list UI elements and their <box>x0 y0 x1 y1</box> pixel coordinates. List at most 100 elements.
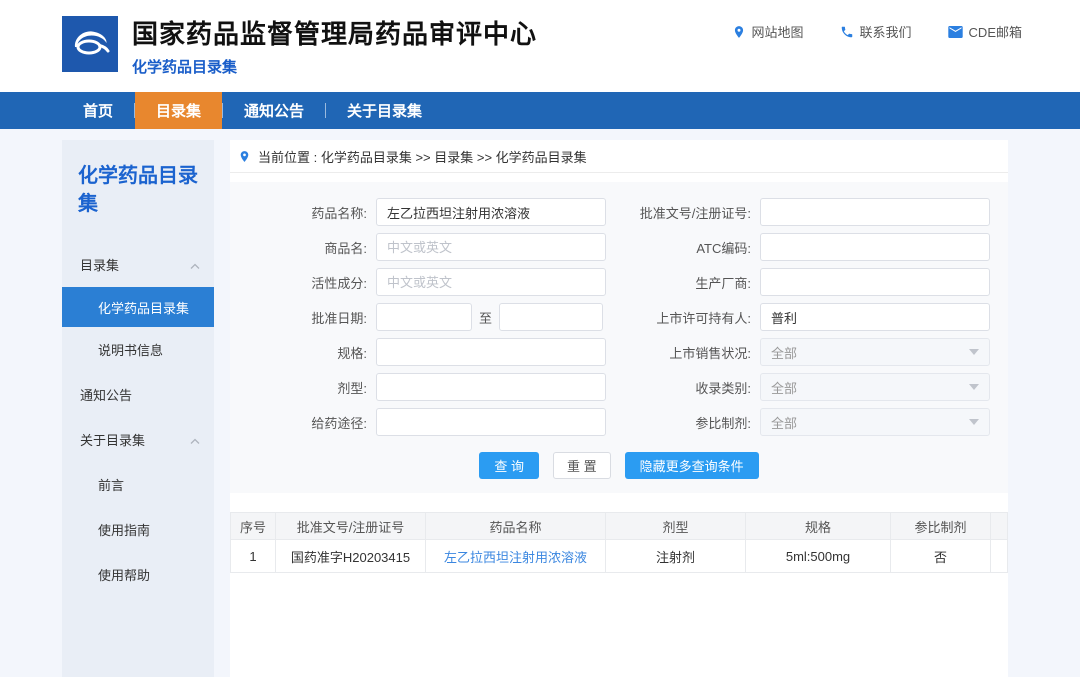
column-header-dosage-form: 剂型 <box>606 513 746 540</box>
sidebar-item-about-catalog-group[interactable]: 关于目录集 <box>62 417 214 462</box>
sitemap-link-label: 网站地图 <box>752 22 804 41</box>
sidebar-item-catalog-group[interactable]: 目录集 <box>62 242 214 287</box>
search-button[interactable]: 查 询 <box>479 452 539 479</box>
contact-link-label: 联系我们 <box>860 22 912 41</box>
sidebar-item-label-info[interactable]: 说明书信息 <box>62 327 214 372</box>
reference-product-value: 全部 <box>771 413 797 432</box>
search-form-right-column: 批准文号/注册证号: ATC编码: 生产厂商: 上市许可持有人: 上市销售状况: <box>632 198 990 436</box>
spec-input[interactable] <box>376 338 606 366</box>
site-header: 国家药品监督管理局药品审评中心 化学药品目录集 网站地图 联系我们 CDE邮箱 <box>0 0 1080 92</box>
approval-number-label: 批准文号/注册证号: <box>632 203 760 222</box>
nav-item-catalog[interactable]: 目录集 <box>135 92 222 129</box>
column-header-approval-number: 批准文号/注册证号 <box>276 513 426 540</box>
cde-logo <box>62 16 118 72</box>
form-row-manufacturer: 生产厂商: <box>632 268 990 296</box>
active-ingredient-label: 活性成分: <box>258 273 376 292</box>
sidebar-item-user-guide[interactable]: 使用指南 <box>62 507 214 552</box>
approval-date-end-input[interactable] <box>499 303 603 331</box>
drug-name-link[interactable]: 左乙拉西坦注射用浓溶液 <box>444 547 587 566</box>
form-row-approval-date: 批准日期: 至 <box>258 303 606 331</box>
breadcrumb-text: 当前位置 : 化学药品目录集 >> 目录集 >> 化学药品目录集 <box>258 147 587 166</box>
nav-item-about-catalog[interactable]: 关于目录集 <box>326 92 443 129</box>
sidebar: 化学药品目录集 目录集 化学药品目录集 说明书信息 通知公告 关于目录集 前言 … <box>62 140 214 677</box>
sitemap-link[interactable]: 网站地图 <box>732 22 804 41</box>
license-holder-label: 上市许可持有人: <box>632 308 760 327</box>
result-table: 序号 批准文号/注册证号 药品名称 剂型 规格 参比制剂 1 国药准字H2020… <box>230 512 1008 573</box>
cell-drug-name: 左乙拉西坦注射用浓溶液 <box>426 540 606 573</box>
nav-item-announcements[interactable]: 通知公告 <box>223 92 325 129</box>
atc-code-label: ATC编码: <box>632 238 760 257</box>
trade-name-label: 商品名: <box>258 238 376 257</box>
title-block: 国家药品监督管理局药品审评中心 化学药品目录集 <box>132 14 537 77</box>
site-title: 国家药品监督管理局药品审评中心 <box>132 14 537 51</box>
form-row-administration-route: 给药途径: <box>258 408 606 436</box>
cell-gutter <box>991 540 1008 573</box>
dosage-form-label: 剂型: <box>258 378 376 397</box>
spec-label: 规格: <box>258 343 376 362</box>
column-header-spec: 规格 <box>746 513 891 540</box>
breadcrumb: 当前位置 : 化学药品目录集 >> 目录集 >> 化学药品目录集 <box>230 140 1008 173</box>
form-row-trade-name: 商品名: <box>258 233 606 261</box>
cell-dosage-form: 注射剂 <box>606 540 746 573</box>
approval-date-start-input[interactable] <box>376 303 472 331</box>
button-row: 查 询 重 置 隐藏更多查询条件 <box>230 452 1008 479</box>
form-row-spec: 规格: <box>258 338 606 366</box>
reset-button[interactable]: 重 置 <box>553 452 611 479</box>
manufacturer-input[interactable] <box>760 268 990 296</box>
inclusion-category-select[interactable]: 全部 <box>760 373 990 401</box>
toggle-more-conditions-button[interactable]: 隐藏更多查询条件 <box>625 452 759 479</box>
cell-approval-number: 国药准字H20203415 <box>276 540 426 573</box>
sidebar-item-label: 目录集 <box>80 255 119 274</box>
form-row-drug-name: 药品名称: <box>258 198 606 226</box>
location-pin-icon <box>732 25 746 39</box>
column-header-gutter <box>991 513 1008 540</box>
drug-name-input[interactable] <box>376 198 606 226</box>
envelope-icon <box>948 26 963 38</box>
sidebar-title: 化学药品目录集 <box>62 140 214 242</box>
chevron-up-icon <box>190 432 200 447</box>
sidebar-item-help[interactable]: 使用帮助 <box>62 552 214 597</box>
administration-route-input[interactable] <box>376 408 606 436</box>
column-header-seq: 序号 <box>231 513 276 540</box>
atc-code-input[interactable] <box>760 233 990 261</box>
administration-route-label: 给药途径: <box>258 413 376 432</box>
chevron-down-icon <box>969 349 979 355</box>
form-row-approval-number: 批准文号/注册证号: <box>632 198 990 226</box>
license-holder-input[interactable] <box>760 303 990 331</box>
form-row-active-ingredient: 活性成分: <box>258 268 606 296</box>
reference-product-select[interactable]: 全部 <box>760 408 990 436</box>
column-header-reference-product: 参比制剂 <box>891 513 991 540</box>
phone-icon <box>840 25 854 39</box>
dosage-form-input[interactable] <box>376 373 606 401</box>
chevron-down-icon <box>969 419 979 425</box>
cde-mail-link[interactable]: CDE邮箱 <box>948 22 1022 41</box>
search-panel: 药品名称: 商品名: 活性成分: 批准日期: 至 <box>230 182 1008 493</box>
inclusion-category-value: 全部 <box>771 378 797 397</box>
form-row-atc-code: ATC编码: <box>632 233 990 261</box>
form-row-license-holder: 上市许可持有人: <box>632 303 990 331</box>
market-status-select[interactable]: 全部 <box>760 338 990 366</box>
cell-spec: 5ml:500mg <box>746 540 891 573</box>
cde-logo-icon <box>62 16 118 72</box>
form-row-dosage-form: 剂型: <box>258 373 606 401</box>
table-row: 1 国药准字H20203415 左乙拉西坦注射用浓溶液 注射剂 5ml:500m… <box>231 540 1008 573</box>
chevron-up-icon <box>190 257 200 272</box>
form-row-reference-product: 参比制剂: 全部 <box>632 408 990 436</box>
nav-item-home[interactable]: 首页 <box>62 92 134 129</box>
sidebar-item-label: 关于目录集 <box>80 430 145 449</box>
cell-reference-product: 否 <box>891 540 991 573</box>
main-nav: 首页 目录集 通知公告 关于目录集 <box>0 92 1080 129</box>
form-row-inclusion-category: 收录类别: 全部 <box>632 373 990 401</box>
main-content: 当前位置 : 化学药品目录集 >> 目录集 >> 化学药品目录集 药品名称: 商… <box>230 140 1008 677</box>
chevron-down-icon <box>969 384 979 390</box>
sidebar-item-foreword[interactable]: 前言 <box>62 462 214 507</box>
date-range-separator: 至 <box>479 308 492 327</box>
trade-name-input[interactable] <box>376 233 606 261</box>
contact-link[interactable]: 联系我们 <box>840 22 912 41</box>
sidebar-item-chemical-drug-catalog[interactable]: 化学药品目录集 <box>62 287 214 327</box>
approval-number-input[interactable] <box>760 198 990 226</box>
inclusion-category-label: 收录类别: <box>632 378 760 397</box>
sidebar-item-announcements[interactable]: 通知公告 <box>62 372 214 417</box>
form-row-market-status: 上市销售状况: 全部 <box>632 338 990 366</box>
active-ingredient-input[interactable] <box>376 268 606 296</box>
